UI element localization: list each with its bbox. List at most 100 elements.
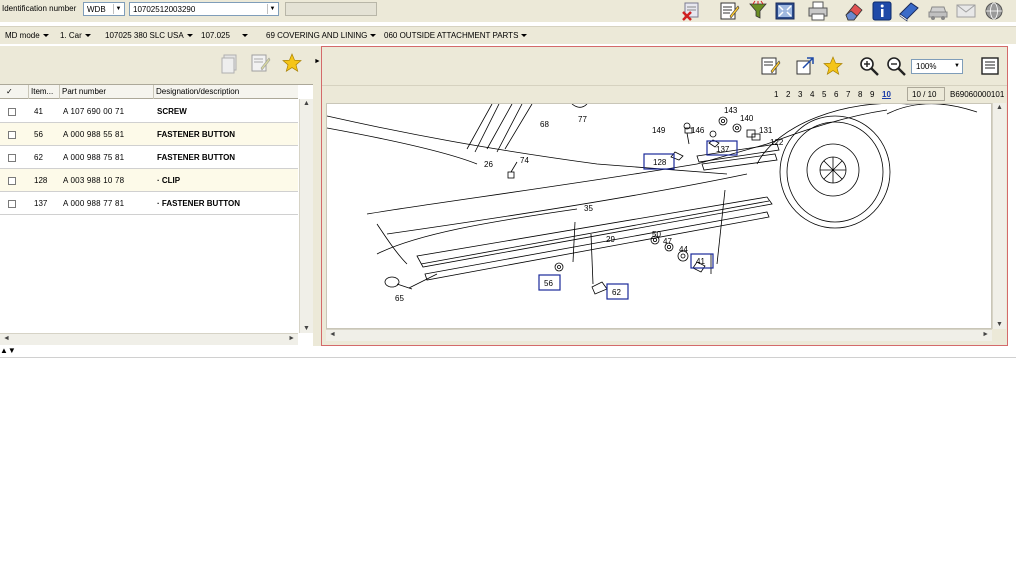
globe-settings-icon[interactable] — [983, 0, 1005, 22]
table-row[interactable]: 41 A 107 690 00 71 SCREW — [0, 100, 298, 123]
parts-table: ✓ Item... Part number Designation/descri… — [0, 84, 313, 346]
crumb-label: 107.025 — [201, 31, 230, 40]
page-link[interactable]: 3 — [798, 90, 802, 99]
callout-50[interactable]: 50 — [652, 230, 661, 239]
info-icon[interactable] — [871, 0, 893, 22]
favorite-star-icon[interactable] — [281, 52, 303, 74]
row-item: 128 — [34, 176, 48, 185]
hotspot-41-label[interactable]: 41 — [696, 257, 705, 266]
header-item[interactable]: Item... — [31, 87, 53, 96]
page-count: 10 / 10 — [907, 87, 945, 101]
diagram-horizontal-scrollbar[interactable]: ◄ ► — [326, 329, 992, 341]
row-part-number: A 000 988 75 81 — [63, 153, 125, 162]
row-checkbox[interactable] — [8, 177, 16, 185]
delete-red-x-icon[interactable] — [681, 0, 703, 22]
hotspot-128-label[interactable]: 128 — [653, 158, 667, 167]
parts-diagram[interactable]: 68 77 143 140 149 146 131 122 26 74 35 2… — [326, 103, 992, 329]
hotspot-56-label[interactable]: 56 — [544, 279, 553, 288]
collapse-arrow-icon[interactable]: ► — [314, 58, 321, 65]
chevron-down-icon: ▼ — [954, 63, 960, 69]
scroll-left-icon[interactable]: ◄ — [3, 335, 10, 342]
hotspot-137-label[interactable]: 137 — [716, 145, 730, 154]
edit-notes-icon[interactable] — [759, 55, 781, 77]
hotspot-62-label[interactable]: 62 — [612, 288, 621, 297]
table-row[interactable]: 56 A 000 988 55 81 FASTENER BUTTON — [0, 123, 298, 146]
page-link[interactable]: 9 — [870, 90, 874, 99]
row-checkbox[interactable] — [8, 108, 16, 116]
page-link[interactable]: 1 — [774, 90, 778, 99]
header-part-number[interactable]: Part number — [62, 87, 106, 96]
callout-68[interactable]: 68 — [540, 120, 549, 129]
edit-notes-icon[interactable] — [718, 0, 740, 22]
zoom-select[interactable]: 100% ▼ — [911, 59, 963, 74]
scroll-up-icon[interactable]: ▲ — [303, 100, 310, 107]
page-link[interactable]: 8 — [858, 90, 862, 99]
callout-143[interactable]: 143 — [724, 106, 738, 115]
expand-collapse-icon[interactable]: ▲▼ — [0, 346, 16, 355]
page-link[interactable]: 4 — [810, 90, 814, 99]
callout-146[interactable]: 146 — [691, 126, 705, 135]
filter-funnel-icon[interactable] — [747, 0, 769, 22]
table-row[interactable]: 137 A 000 988 77 81 · FASTENER BUTTON — [0, 192, 298, 215]
panel-splitter[interactable]: ► — [313, 46, 321, 346]
callout-47[interactable]: 47 — [663, 237, 672, 246]
callout-65[interactable]: 65 — [395, 294, 404, 303]
crumb-model[interactable]: 107025 380 SLC USA — [105, 31, 193, 40]
car-icon[interactable] — [927, 0, 949, 22]
row-checkbox[interactable] — [8, 131, 16, 139]
scroll-down-icon[interactable]: ▼ — [996, 321, 1003, 328]
callout-149[interactable]: 149 — [652, 126, 666, 135]
callout-44[interactable]: 44 — [679, 245, 688, 254]
prefix-select[interactable]: WDB ▼ — [83, 2, 125, 16]
row-description: · FASTENER BUTTON — [157, 199, 240, 208]
fit-screen-icon[interactable] — [774, 0, 796, 22]
callout-35[interactable]: 35 — [584, 204, 593, 213]
crumb-mode[interactable]: MD mode — [5, 31, 49, 40]
crumb-label: 1. Car — [60, 31, 82, 40]
print-icon[interactable] — [807, 0, 829, 22]
diagram-vertical-scrollbar[interactable]: ▲ ▼ — [992, 103, 1006, 329]
row-checkbox[interactable] — [8, 200, 16, 208]
crumb-group[interactable]: 69 COVERING AND LINING — [266, 31, 377, 40]
mail-icon[interactable] — [955, 0, 977, 22]
row-description: · CLIP — [157, 176, 181, 185]
scroll-right-icon[interactable]: ► — [982, 331, 989, 338]
crumb-car[interactable]: 1. Car — [60, 31, 91, 40]
table-row[interactable]: 62 A 000 988 75 81 FASTENER BUTTON — [0, 146, 298, 169]
header-designation[interactable]: Designation/description — [156, 87, 239, 96]
scroll-down-icon[interactable]: ▼ — [303, 325, 310, 332]
favorite-star-icon[interactable] — [822, 55, 844, 77]
zoom-in-icon[interactable] — [858, 55, 880, 77]
callout-122[interactable]: 122 — [770, 138, 784, 147]
vertical-scrollbar[interactable]: ▲ ▼ — [299, 99, 313, 333]
open-window-icon[interactable] — [794, 55, 816, 77]
table-row[interactable]: 128 A 003 988 10 78 · CLIP — [0, 169, 298, 192]
add-to-list-icon[interactable] — [219, 52, 241, 74]
edit-notes-icon[interactable] — [249, 52, 271, 74]
scroll-up-icon[interactable]: ▲ — [996, 104, 1003, 111]
page-view-icon[interactable] — [979, 55, 1001, 77]
callout-131[interactable]: 131 — [759, 126, 773, 135]
row-description: FASTENER BUTTON — [157, 153, 236, 162]
page-link[interactable]: 7 — [846, 90, 850, 99]
crumb-subgroup[interactable]: 060 OUTSIDE ATTACHMENT PARTS — [384, 31, 528, 40]
header-check[interactable]: ✓ — [6, 87, 13, 96]
zoom-out-icon[interactable] — [885, 55, 907, 77]
horizontal-scrollbar[interactable]: ◄ ► — [0, 333, 298, 345]
callout-77[interactable]: 77 — [578, 115, 587, 124]
callout-29[interactable]: 29 — [606, 235, 615, 244]
manual-book-icon[interactable] — [898, 0, 920, 22]
page-link[interactable]: 6 — [834, 90, 838, 99]
page-link-current[interactable]: 10 — [882, 90, 891, 99]
callout-140[interactable]: 140 — [740, 114, 754, 123]
callout-26[interactable]: 26 — [484, 160, 493, 169]
scroll-left-icon[interactable]: ◄ — [329, 331, 336, 338]
crumb-model-code[interactable]: 107.025 — [201, 31, 248, 40]
callout-74[interactable]: 74 — [520, 156, 529, 165]
eraser-icon[interactable] — [843, 0, 865, 22]
scroll-right-icon[interactable]: ► — [288, 335, 295, 342]
page-link[interactable]: 2 — [786, 90, 790, 99]
row-checkbox[interactable] — [8, 154, 16, 162]
page-link[interactable]: 5 — [822, 90, 826, 99]
vin-select[interactable]: 10702512003290 ▼ — [129, 2, 279, 16]
